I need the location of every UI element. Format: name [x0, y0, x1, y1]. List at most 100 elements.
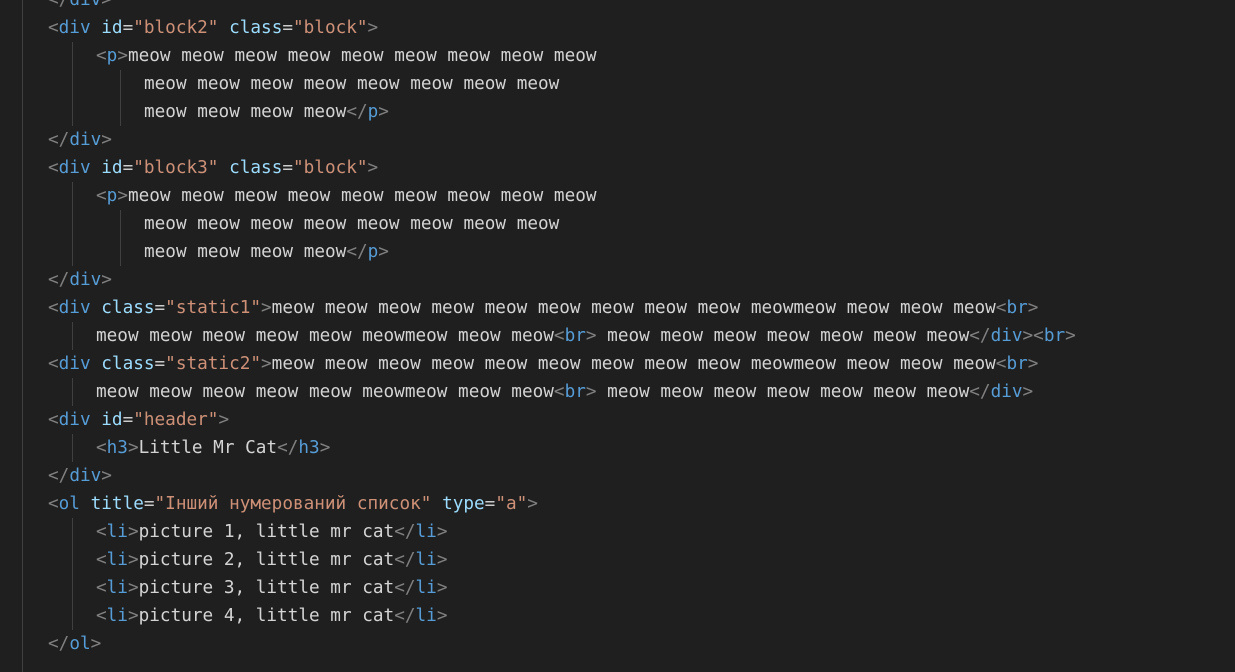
tag-name: li — [415, 550, 437, 570]
text-content: meow meow meow meow meow meow meow meow … — [271, 298, 996, 318]
tag-bracket: < — [553, 382, 565, 402]
tag-bracket: > — [117, 186, 128, 206]
tag-bracket: < — [96, 186, 107, 206]
tag-bracket: </ — [394, 578, 416, 598]
code-editor[interactable]: </div> <div id="block2" class="block"> <… — [0, 0, 1235, 672]
tag-bracket: > — [90, 634, 102, 654]
tag-bracket: </ — [48, 130, 70, 150]
tag-bracket: < — [995, 298, 1007, 318]
tag-bracket: > — [1065, 326, 1076, 346]
tag-name: div — [69, 270, 102, 290]
code-line[interactable]: meow meow meow meow meow meowmeow meow m… — [96, 322, 1076, 350]
code-line[interactable]: <div id="header"> — [48, 406, 229, 434]
tag-name: br — [564, 326, 586, 346]
indent-guide — [120, 70, 121, 126]
code-line[interactable]: <p>meow meow meow meow meow meow meow me… — [96, 182, 597, 210]
text-content: meow meow meow meow meow meow meow meow — [144, 214, 560, 234]
indent-guide — [120, 210, 121, 266]
tag-bracket: < — [96, 438, 107, 458]
equals-sign: = — [282, 18, 293, 38]
tag-bracket: > — [127, 606, 139, 626]
attribute-value: "Інший нумерований список" — [154, 494, 432, 514]
code-line[interactable]: </ol> — [48, 630, 101, 658]
code-line[interactable]: meow meow meow meow</p> — [144, 98, 389, 126]
code-line[interactable]: meow meow meow meow</p> — [144, 238, 389, 266]
tag-name: li — [106, 550, 128, 570]
code-line[interactable]: </div> — [48, 0, 112, 14]
tag-name: div — [58, 410, 91, 430]
code-line[interactable]: </div> — [48, 266, 112, 294]
attribute-value: "block2" — [133, 18, 219, 38]
equals-sign: = — [122, 158, 134, 178]
tag-name: div — [990, 382, 1023, 402]
tag-bracket: > — [436, 606, 448, 626]
text-content: meow meow meow meow meow meow meow — [596, 326, 970, 346]
text-content: meow meow meow meow meow meow meow meow … — [127, 186, 597, 206]
text-content — [91, 354, 102, 374]
tag-bracket: < — [96, 550, 107, 570]
attribute-value: "block" — [293, 158, 368, 178]
tag-bracket: < — [48, 18, 59, 38]
tag-bracket: < — [1033, 326, 1044, 346]
code-line[interactable]: <p>meow meow meow meow meow meow meow me… — [96, 42, 597, 70]
tag-name: p — [367, 242, 379, 262]
tag-bracket: </ — [48, 0, 70, 10]
code-line[interactable]: <h3>Little Mr Cat</h3> — [96, 434, 330, 462]
equals-sign: = — [484, 494, 496, 514]
tag-name: div — [69, 0, 102, 10]
text-content: meow meow meow meow meow meow meow — [596, 382, 970, 402]
equals-sign: = — [143, 494, 155, 514]
text-content: picture 1, little mr cat — [138, 522, 395, 542]
code-line[interactable]: </div> — [48, 126, 112, 154]
tag-bracket: </ — [394, 550, 416, 570]
code-line[interactable]: <li>picture 1, little mr cat</li> — [96, 518, 447, 546]
code-line[interactable]: meow meow meow meow meow meow meow meow — [144, 210, 559, 238]
tag-bracket: > — [101, 466, 112, 486]
indent-guide — [72, 42, 73, 126]
text-content: picture 4, little mr cat — [138, 606, 395, 626]
tag-name: li — [415, 606, 437, 626]
tag-bracket: > — [1022, 382, 1034, 402]
text-content: meow meow meow meow meow meow meow meow — [144, 74, 560, 94]
code-line[interactable]: <div class="static1">meow meow meow meow… — [48, 294, 1038, 322]
tag-bracket: </ — [969, 382, 991, 402]
tag-bracket: > — [1027, 298, 1039, 318]
attribute-value: "header" — [133, 410, 219, 430]
tag-name: br — [1006, 354, 1028, 374]
code-line[interactable]: </div> — [48, 462, 112, 490]
tag-bracket: > — [527, 494, 538, 514]
code-line[interactable]: <div id="block3" class="block"> — [48, 154, 378, 182]
tag-bracket: < — [48, 158, 59, 178]
tag-name: ol — [58, 494, 80, 514]
code-line[interactable]: <ol title="Інший нумерований список" typ… — [48, 490, 538, 518]
tag-bracket: < — [96, 606, 107, 626]
attribute-name: title — [90, 494, 144, 514]
text-content — [91, 298, 102, 318]
attribute-name: id — [101, 410, 123, 430]
indent-guide — [72, 434, 73, 462]
code-line[interactable]: meow meow meow meow meow meowmeow meow m… — [96, 378, 1033, 406]
code-line[interactable]: <li>picture 4, little mr cat</li> — [96, 602, 447, 630]
code-line[interactable]: <li>picture 3, little mr cat</li> — [96, 574, 447, 602]
text-content: meow meow meow meow meow meowmeow meow m… — [96, 326, 554, 346]
tag-bracket: > — [261, 298, 272, 318]
tag-name: div — [58, 18, 91, 38]
tag-bracket: < — [48, 494, 59, 514]
tag-bracket: > — [261, 354, 272, 374]
equals-sign: = — [154, 354, 166, 374]
tag-bracket: < — [995, 354, 1007, 374]
code-line[interactable]: <li>picture 2, little mr cat</li> — [96, 546, 447, 574]
tag-bracket: > — [1027, 354, 1039, 374]
tag-name: p — [106, 186, 118, 206]
code-line[interactable]: <div class="static2">meow meow meow meow… — [48, 350, 1038, 378]
tag-bracket: </ — [277, 438, 299, 458]
tag-bracket: < — [48, 354, 59, 374]
text-content: meow meow meow meow meow meowmeow meow m… — [96, 382, 554, 402]
tag-name: li — [415, 578, 437, 598]
code-line[interactable]: <div id="block2" class="block"> — [48, 14, 378, 42]
code-line[interactable]: meow meow meow meow meow meow meow meow — [144, 70, 559, 98]
tag-name: div — [58, 298, 91, 318]
tag-bracket: </ — [346, 242, 368, 262]
attribute-value: "a" — [495, 494, 528, 514]
tag-name: div — [69, 130, 102, 150]
